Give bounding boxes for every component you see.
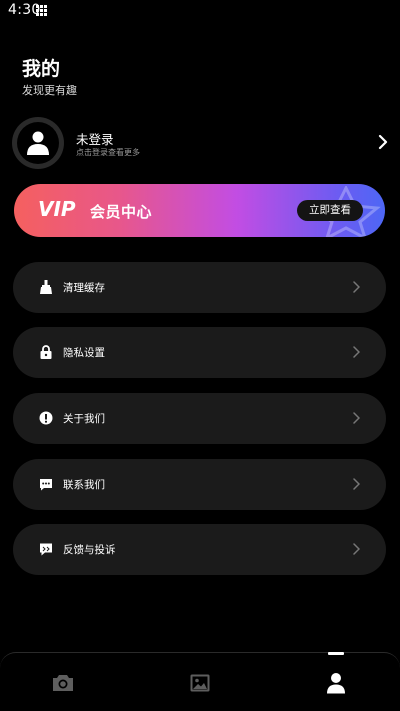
page-subtitle: 发现更有趣 (22, 84, 77, 97)
menu-item-about[interactable]: 关于我们 (13, 393, 386, 444)
chat-icon (40, 479, 52, 491)
menu-item-label: 清理缓存 (63, 282, 105, 294)
chevron-right-icon (353, 346, 360, 358)
menu-item-contact[interactable]: 联系我们 (13, 459, 386, 510)
vip-title: 会员中心 (90, 203, 153, 221)
app-grid-icon (36, 5, 47, 16)
menu-item-label: 联系我们 (63, 479, 105, 491)
chevron-right-icon (353, 281, 360, 293)
tab-gallery[interactable] (170, 665, 230, 701)
chevron-right-icon (353, 478, 360, 490)
user-icon (27, 131, 49, 155)
tab-profile[interactable] (306, 665, 366, 701)
avatar[interactable] (12, 117, 64, 169)
image-icon (190, 674, 210, 692)
chevron-right-icon (353, 543, 360, 555)
user-icon (327, 673, 345, 694)
vip-view-button[interactable]: 立即查看 (297, 200, 363, 221)
menu-item-feedback[interactable]: 反馈与投诉 (13, 524, 386, 575)
login-status: 未登录 (76, 132, 114, 147)
menu-item-label: 反馈与投诉 (63, 544, 116, 556)
camera-icon (53, 675, 73, 691)
chevron-right-icon[interactable] (378, 134, 388, 150)
broom-icon (40, 280, 52, 294)
menu-item-label: 关于我们 (63, 413, 105, 425)
menu-item-clear-cache[interactable]: 清理缓存 (13, 262, 386, 313)
chevron-right-icon (353, 412, 360, 424)
menu-item-label: 隐私设置 (63, 347, 105, 359)
feedback-icon (40, 543, 52, 556)
active-tab-indicator (328, 652, 344, 655)
svg-text:VIP: VIP (38, 198, 76, 220)
login-hint: 点击登录查看更多 (76, 148, 140, 157)
lock-icon (40, 345, 52, 359)
page-title: 我的 (22, 58, 61, 80)
menu-item-privacy[interactable]: 隐私设置 (13, 327, 386, 378)
vip-logo: VIP (38, 198, 76, 220)
bottom-nav (0, 652, 400, 711)
status-bar: 4:30 (0, 0, 400, 22)
login-row[interactable]: 未登录 点击登录查看更多 (12, 117, 392, 169)
tab-camera[interactable] (33, 665, 93, 701)
vip-banner[interactable]: VIP 会员中心 立即查看 (14, 184, 385, 237)
info-icon (39, 411, 53, 425)
